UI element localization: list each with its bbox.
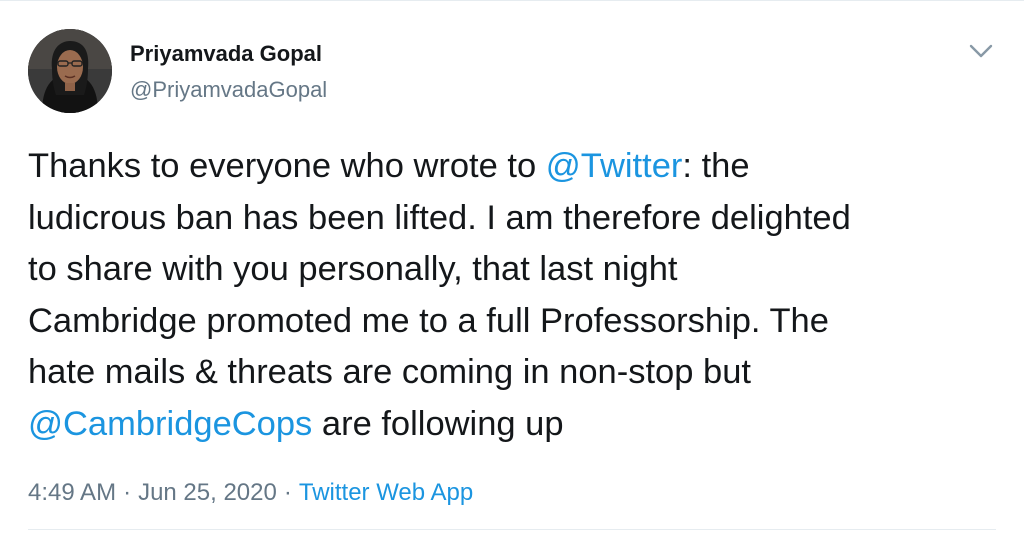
text-segment: hate mails & threats are coming in non-s… — [28, 353, 751, 391]
tweet-meta: 4:49 AM · Jun 25, 2020 · Twitter Web App — [28, 479, 473, 507]
text-segment: are following up — [312, 404, 564, 443]
tweet-text-line: @CambridgeCops are following up — [28, 399, 1008, 451]
tweet-text-line: Cambridge promoted me to a full Professo… — [28, 296, 1008, 348]
tweet-text: Thanks to everyone who wrote to @Twitter… — [28, 141, 1008, 450]
tweet-text-line: hate mails & threats are coming in non-s… — [28, 347, 1008, 399]
avatar[interactable] — [28, 29, 112, 113]
tweet-card: Priyamvada Gopal @PriyamvadaGopal Thanks… — [0, 0, 1024, 540]
text-segment: to share with you personally, that last … — [28, 250, 678, 288]
tweet-text-line: ludicrous ban has been lifted. I am ther… — [28, 193, 1008, 245]
tweet-source-link[interactable]: Twitter Web App — [299, 479, 473, 506]
meta-separator: · — [123, 479, 132, 506]
author-handle[interactable]: @PriyamvadaGopal — [130, 77, 327, 103]
meta-separator: · — [283, 479, 292, 506]
text-segment: ludicrous ban has been lifted. I am ther… — [28, 198, 851, 237]
text-segment: : the — [682, 147, 750, 185]
divider — [28, 529, 996, 530]
tweet-date[interactable]: Jun 25, 2020 — [138, 479, 277, 506]
text-segment: Cambridge promoted me to a full Professo… — [28, 301, 829, 340]
mention-link-cambridgecops[interactable]: @CambridgeCops — [28, 405, 312, 443]
text-segment: Thanks to everyone who wrote to — [28, 147, 546, 185]
tweet-text-line: to share with you personally, that last … — [28, 244, 1008, 296]
tweet-time[interactable]: 4:49 AM — [28, 479, 116, 506]
chevron-down-icon[interactable] — [966, 39, 996, 63]
mention-link-twitter[interactable]: @Twitter — [546, 147, 683, 185]
avatar-photo — [28, 29, 112, 113]
author-display-name[interactable]: Priyamvada Gopal — [130, 41, 322, 67]
tweet-text-line: Thanks to everyone who wrote to @Twitter… — [28, 141, 1008, 193]
